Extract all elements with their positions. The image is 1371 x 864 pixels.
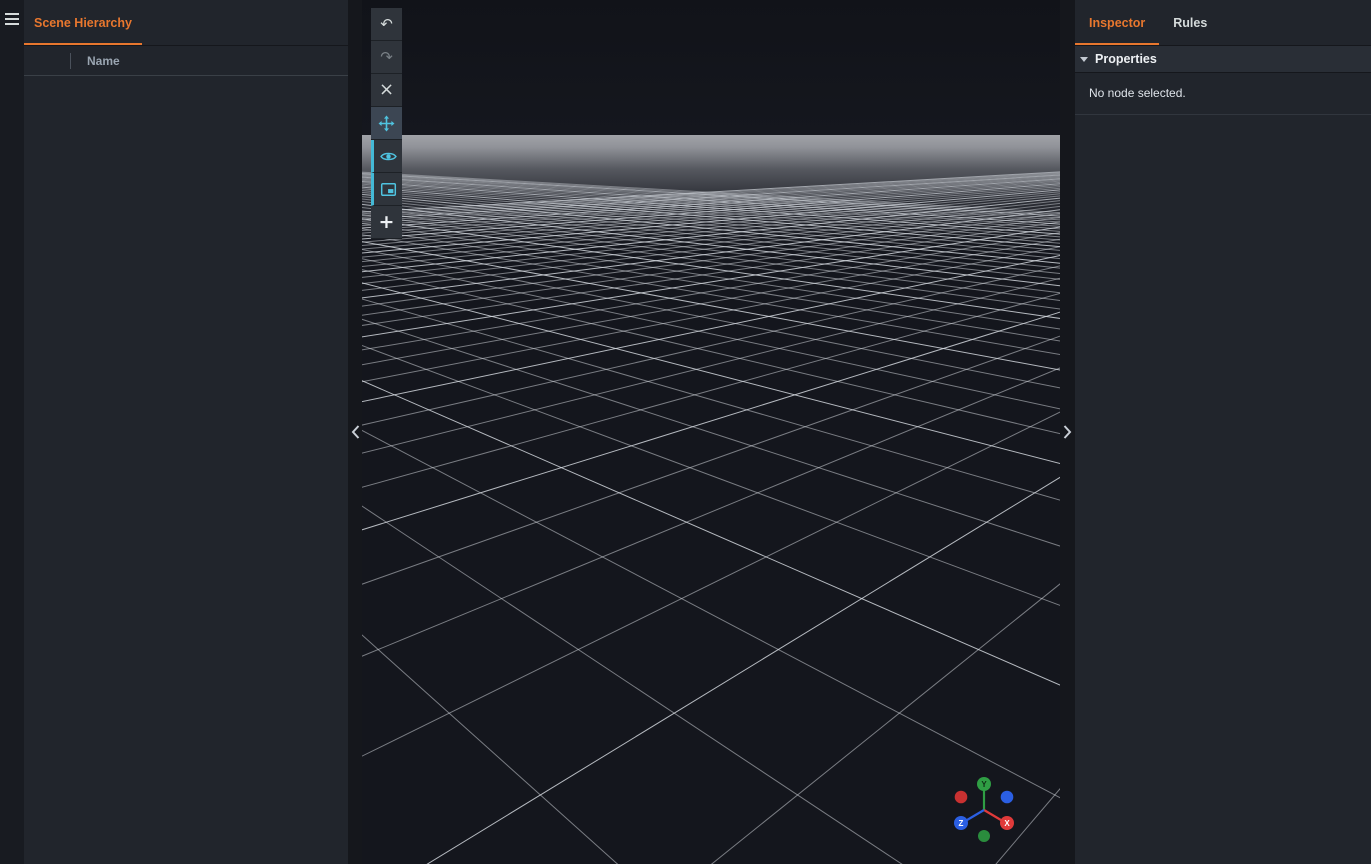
3d-viewport[interactable]: ↶ ↷ × [362,0,1060,864]
neg-z-axis-ball[interactable] [1001,791,1014,804]
plus-icon: + [379,213,395,232]
menu-icon[interactable] [0,9,24,29]
chevron-right-icon [1063,424,1072,440]
add-object-button[interactable]: + [371,206,402,239]
delete-button[interactable]: × [371,74,402,107]
ground-grid [362,0,1060,864]
app-root: Scene Hierarchy Name ↶ ↷ × [0,0,1371,864]
scene-hierarchy-panel: Scene Hierarchy Name [24,0,348,864]
neg-x-axis-ball[interactable] [955,791,968,804]
move-tool-button[interactable] [371,107,402,140]
inspector-tabbar: Inspector Rules [1075,0,1371,46]
no-selection-message: No node selected. [1075,73,1371,115]
name-column-header: Name [87,54,120,68]
redo-button[interactable]: ↷ [371,41,402,74]
undo-icon: ↶ [380,17,393,32]
picture-in-picture-icon [380,181,397,198]
tab-inspector[interactable]: Inspector [1075,0,1159,45]
delete-icon: × [379,81,394,99]
y-axis-label: Y [981,780,987,789]
eye-icon [380,148,397,165]
collapse-caret-icon [1080,57,1088,62]
tab-rules[interactable]: Rules [1159,0,1221,45]
tab-scene-hierarchy[interactable]: Scene Hierarchy [24,0,142,45]
hierarchy-table-header: Name [24,46,348,76]
right-panel-resize-strip [1060,0,1075,864]
neg-y-axis-ball[interactable] [978,830,990,842]
collapse-left-panel-button[interactable] [348,419,362,445]
camera-view-button[interactable] [371,140,402,173]
inspector-panel: Inspector Rules Properties No node selec… [1075,0,1371,864]
move-icon [378,115,395,132]
column-divider [70,53,71,69]
hierarchy-tree[interactable] [24,76,348,864]
undo-button[interactable]: ↶ [371,8,402,41]
left-panel-resize-strip [348,0,362,864]
viewport-toolbar: ↶ ↷ × [371,8,402,239]
properties-section-title: Properties [1095,52,1157,66]
chevron-left-icon [351,424,360,440]
axis-gizmo[interactable]: Y X Z [936,768,1036,854]
scene-hierarchy-tabbar: Scene Hierarchy [24,0,348,46]
redo-icon: ↷ [380,50,393,65]
sub-view-button[interactable] [371,173,402,206]
global-nav-strip [0,0,24,864]
collapse-right-panel-button[interactable] [1060,419,1075,445]
x-axis-label: X [1004,819,1010,828]
z-axis-label: Z [959,819,964,828]
properties-section-header[interactable]: Properties [1075,46,1371,73]
inspector-body [1075,115,1371,864]
